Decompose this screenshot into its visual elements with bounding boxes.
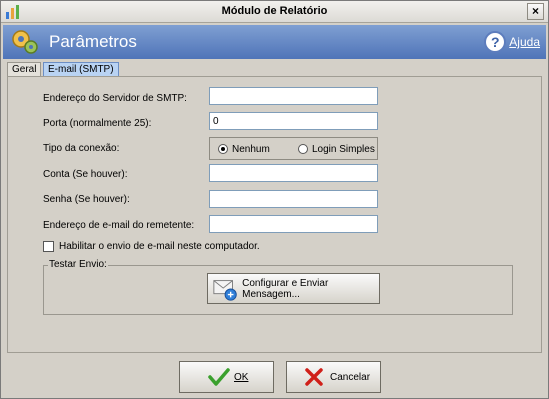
title-bar[interactable]: Módulo de Relatório × xyxy=(1,1,548,23)
radio-login-simples[interactable] xyxy=(298,144,308,154)
email-send-icon xyxy=(213,279,237,301)
window-title: Módulo de Relatório xyxy=(221,5,328,17)
configure-send-label: Configurar e Enviar Mensagem... xyxy=(242,277,329,300)
smtp-server-label: Endereço do Servidor de SMTP: xyxy=(43,93,187,104)
connection-type-label: Tipo da conexão: xyxy=(43,143,120,154)
port-label: Porta (normalmente 25): xyxy=(43,118,152,129)
connection-type-group: Nenhum Login Simples xyxy=(209,137,378,160)
configure-send-button[interactable]: Configurar e Enviar Mensagem... xyxy=(207,273,380,304)
account-label: Conta (Se houver): xyxy=(43,169,128,180)
smtp-server-input[interactable] xyxy=(209,87,378,105)
header-banner: Parâmetros ? Ajuda xyxy=(3,25,546,59)
tab-geral[interactable]: Geral xyxy=(7,62,42,77)
ok-button[interactable]: OK xyxy=(179,361,274,393)
close-button[interactable]: × xyxy=(527,3,544,20)
cancel-label: Cancelar xyxy=(330,371,371,383)
password-label: Senha (Se houver): xyxy=(43,194,130,205)
check-icon xyxy=(208,368,230,386)
radio-login-simples-label[interactable]: Login Simples xyxy=(312,144,375,155)
radio-nenhum-label[interactable]: Nenhum xyxy=(232,144,270,155)
report-module-window: Módulo de Relatório × Parâmetros ? Ajuda… xyxy=(0,0,549,399)
page-title: Parâmetros xyxy=(49,32,137,51)
help-button[interactable]: ? Ajuda xyxy=(484,30,540,54)
test-send-title: Testar Envio: xyxy=(48,259,108,270)
enable-email-label[interactable]: Habilitar o envio de e-mail neste comput… xyxy=(59,241,260,252)
gears-icon xyxy=(12,30,38,54)
radio-nenhum[interactable] xyxy=(218,144,228,154)
cancel-button[interactable]: Cancelar xyxy=(286,361,381,393)
ok-label: OK xyxy=(234,371,249,383)
sender-email-label: Endereço de e-mail do remetente: xyxy=(43,220,195,231)
account-input[interactable] xyxy=(209,164,378,182)
password-input[interactable] xyxy=(209,190,378,208)
sender-email-input[interactable] xyxy=(209,215,378,233)
port-input[interactable] xyxy=(209,112,378,130)
enable-email-checkbox[interactable] xyxy=(43,241,54,252)
help-label: Ajuda xyxy=(509,35,540,49)
cancel-x-icon xyxy=(305,368,323,386)
tab-email-smtp[interactable]: E-mail (SMTP) xyxy=(43,62,119,77)
help-icon: ? xyxy=(484,31,507,53)
close-icon: × xyxy=(531,4,539,18)
